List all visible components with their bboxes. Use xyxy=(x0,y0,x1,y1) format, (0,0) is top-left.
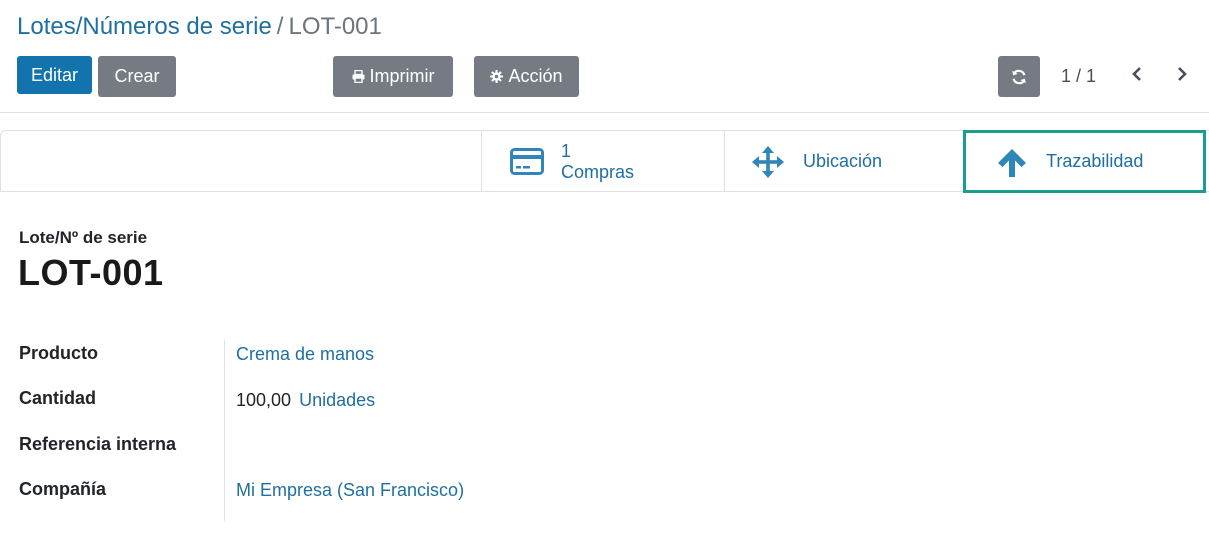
quantity-field-label: Cantidad xyxy=(19,388,97,408)
edit-button[interactable]: Editar xyxy=(17,56,92,94)
purchases-smart-button[interactable]: 1 Compras xyxy=(481,130,724,192)
record-title[interactable]: LOT-001 xyxy=(18,252,164,294)
product-field-value[interactable]: Crema de manos xyxy=(236,344,374,365)
chevron-left-icon xyxy=(1131,66,1143,87)
refresh-button[interactable] xyxy=(998,56,1040,97)
print-button-label: Imprimir xyxy=(369,66,435,86)
purchases-count: 1 xyxy=(561,141,572,161)
traceability-highlight-frame xyxy=(963,130,1206,193)
pager-next-button[interactable] xyxy=(1168,62,1196,90)
breadcrumb: Lotes/Números de serie / LOT-001 xyxy=(17,12,382,42)
quantity-value[interactable]: 100,00 xyxy=(236,390,291,410)
breadcrumb-current: LOT-001 xyxy=(288,13,382,40)
refresh-icon xyxy=(1010,68,1028,86)
location-smart-button[interactable]: Ubicación xyxy=(724,130,963,192)
name-field-caption: Lote/Nº de serie xyxy=(19,228,148,247)
action-button[interactable]: Acción xyxy=(474,56,579,97)
printer-icon xyxy=(352,70,365,83)
action-button-label: Acción xyxy=(508,66,563,86)
create-button-label: Crear xyxy=(114,66,160,86)
quantity-field: 100,00 Unidades xyxy=(236,390,375,411)
edit-button-label: Editar xyxy=(30,64,79,85)
arrows-move-icon xyxy=(752,146,784,178)
purchases-label: Compras xyxy=(561,162,635,182)
breadcrumb-separator: / xyxy=(276,13,284,40)
chevron-right-icon xyxy=(1176,66,1188,87)
field-group-divider xyxy=(224,340,225,521)
control-panel: Lotes/Números de serie / LOT-001 Editar Cr… xyxy=(0,0,1209,113)
location-label: Ubicación xyxy=(803,151,883,171)
print-button[interactable]: Imprimir xyxy=(333,56,453,97)
gear-icon xyxy=(490,70,504,83)
credit-card-icon xyxy=(510,148,544,175)
pager-value[interactable]: 1 / 1 xyxy=(1061,64,1096,88)
pager-previous-button[interactable] xyxy=(1123,62,1151,90)
product-field-label: Producto xyxy=(19,343,98,363)
breadcrumb-parent-link[interactable]: Lotes/Números de serie xyxy=(17,13,272,40)
company-field-label: Compañía xyxy=(19,479,107,499)
internal-reference-field-label: Referencia interna xyxy=(19,434,177,454)
create-button[interactable]: Crear xyxy=(98,56,176,97)
company-field-value[interactable]: Mi Empresa (San Francisco) xyxy=(236,480,464,501)
quantity-uom-link[interactable]: Unidades xyxy=(299,390,375,410)
